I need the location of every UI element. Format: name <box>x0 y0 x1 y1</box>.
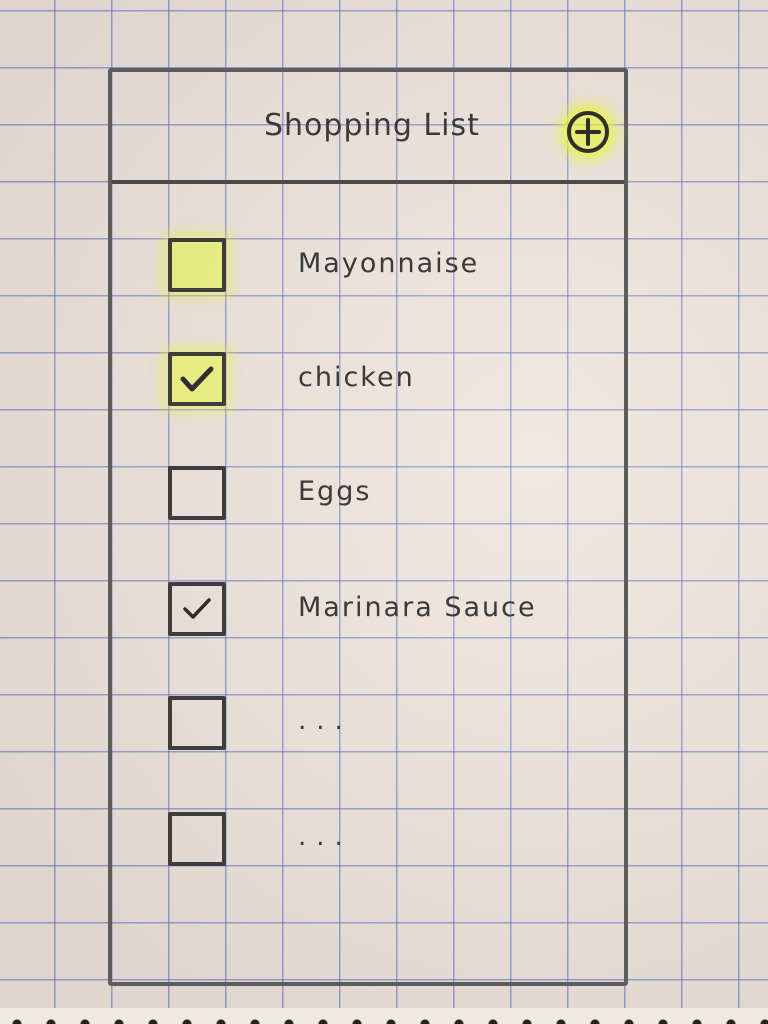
item-checkbox[interactable] <box>168 352 226 406</box>
list-item: ... <box>168 696 608 760</box>
item-checkbox[interactable] <box>168 238 226 292</box>
plus-circle-icon <box>567 111 609 153</box>
list-item: chicken <box>168 352 608 416</box>
item-checkbox[interactable] <box>168 466 226 520</box>
item-checkbox[interactable] <box>168 696 226 750</box>
app-header: Shopping List <box>112 72 624 184</box>
item-label: Eggs <box>298 476 372 507</box>
item-label: chicken <box>298 362 415 393</box>
checkmark-icon <box>183 598 211 619</box>
phone-frame: Shopping List Mayonnaise chicken Eggs Ma… <box>108 68 628 986</box>
list-item: Mayonnaise <box>168 238 608 302</box>
page-title: Shopping List <box>264 108 480 143</box>
checkmark-icon <box>180 366 214 392</box>
item-label: ... <box>298 822 353 852</box>
list-item: ... <box>168 812 608 876</box>
item-checkbox[interactable] <box>168 812 226 866</box>
item-label: ... <box>298 706 353 736</box>
add-item-button[interactable] <box>562 106 614 158</box>
item-label: Marinara Sauce <box>298 592 537 623</box>
list-item: Marinara Sauce <box>168 582 608 646</box>
item-checkbox[interactable] <box>168 582 226 636</box>
fabric-edge <box>0 1008 768 1024</box>
item-label: Mayonnaise <box>298 248 480 279</box>
list-item: Eggs <box>168 466 608 530</box>
